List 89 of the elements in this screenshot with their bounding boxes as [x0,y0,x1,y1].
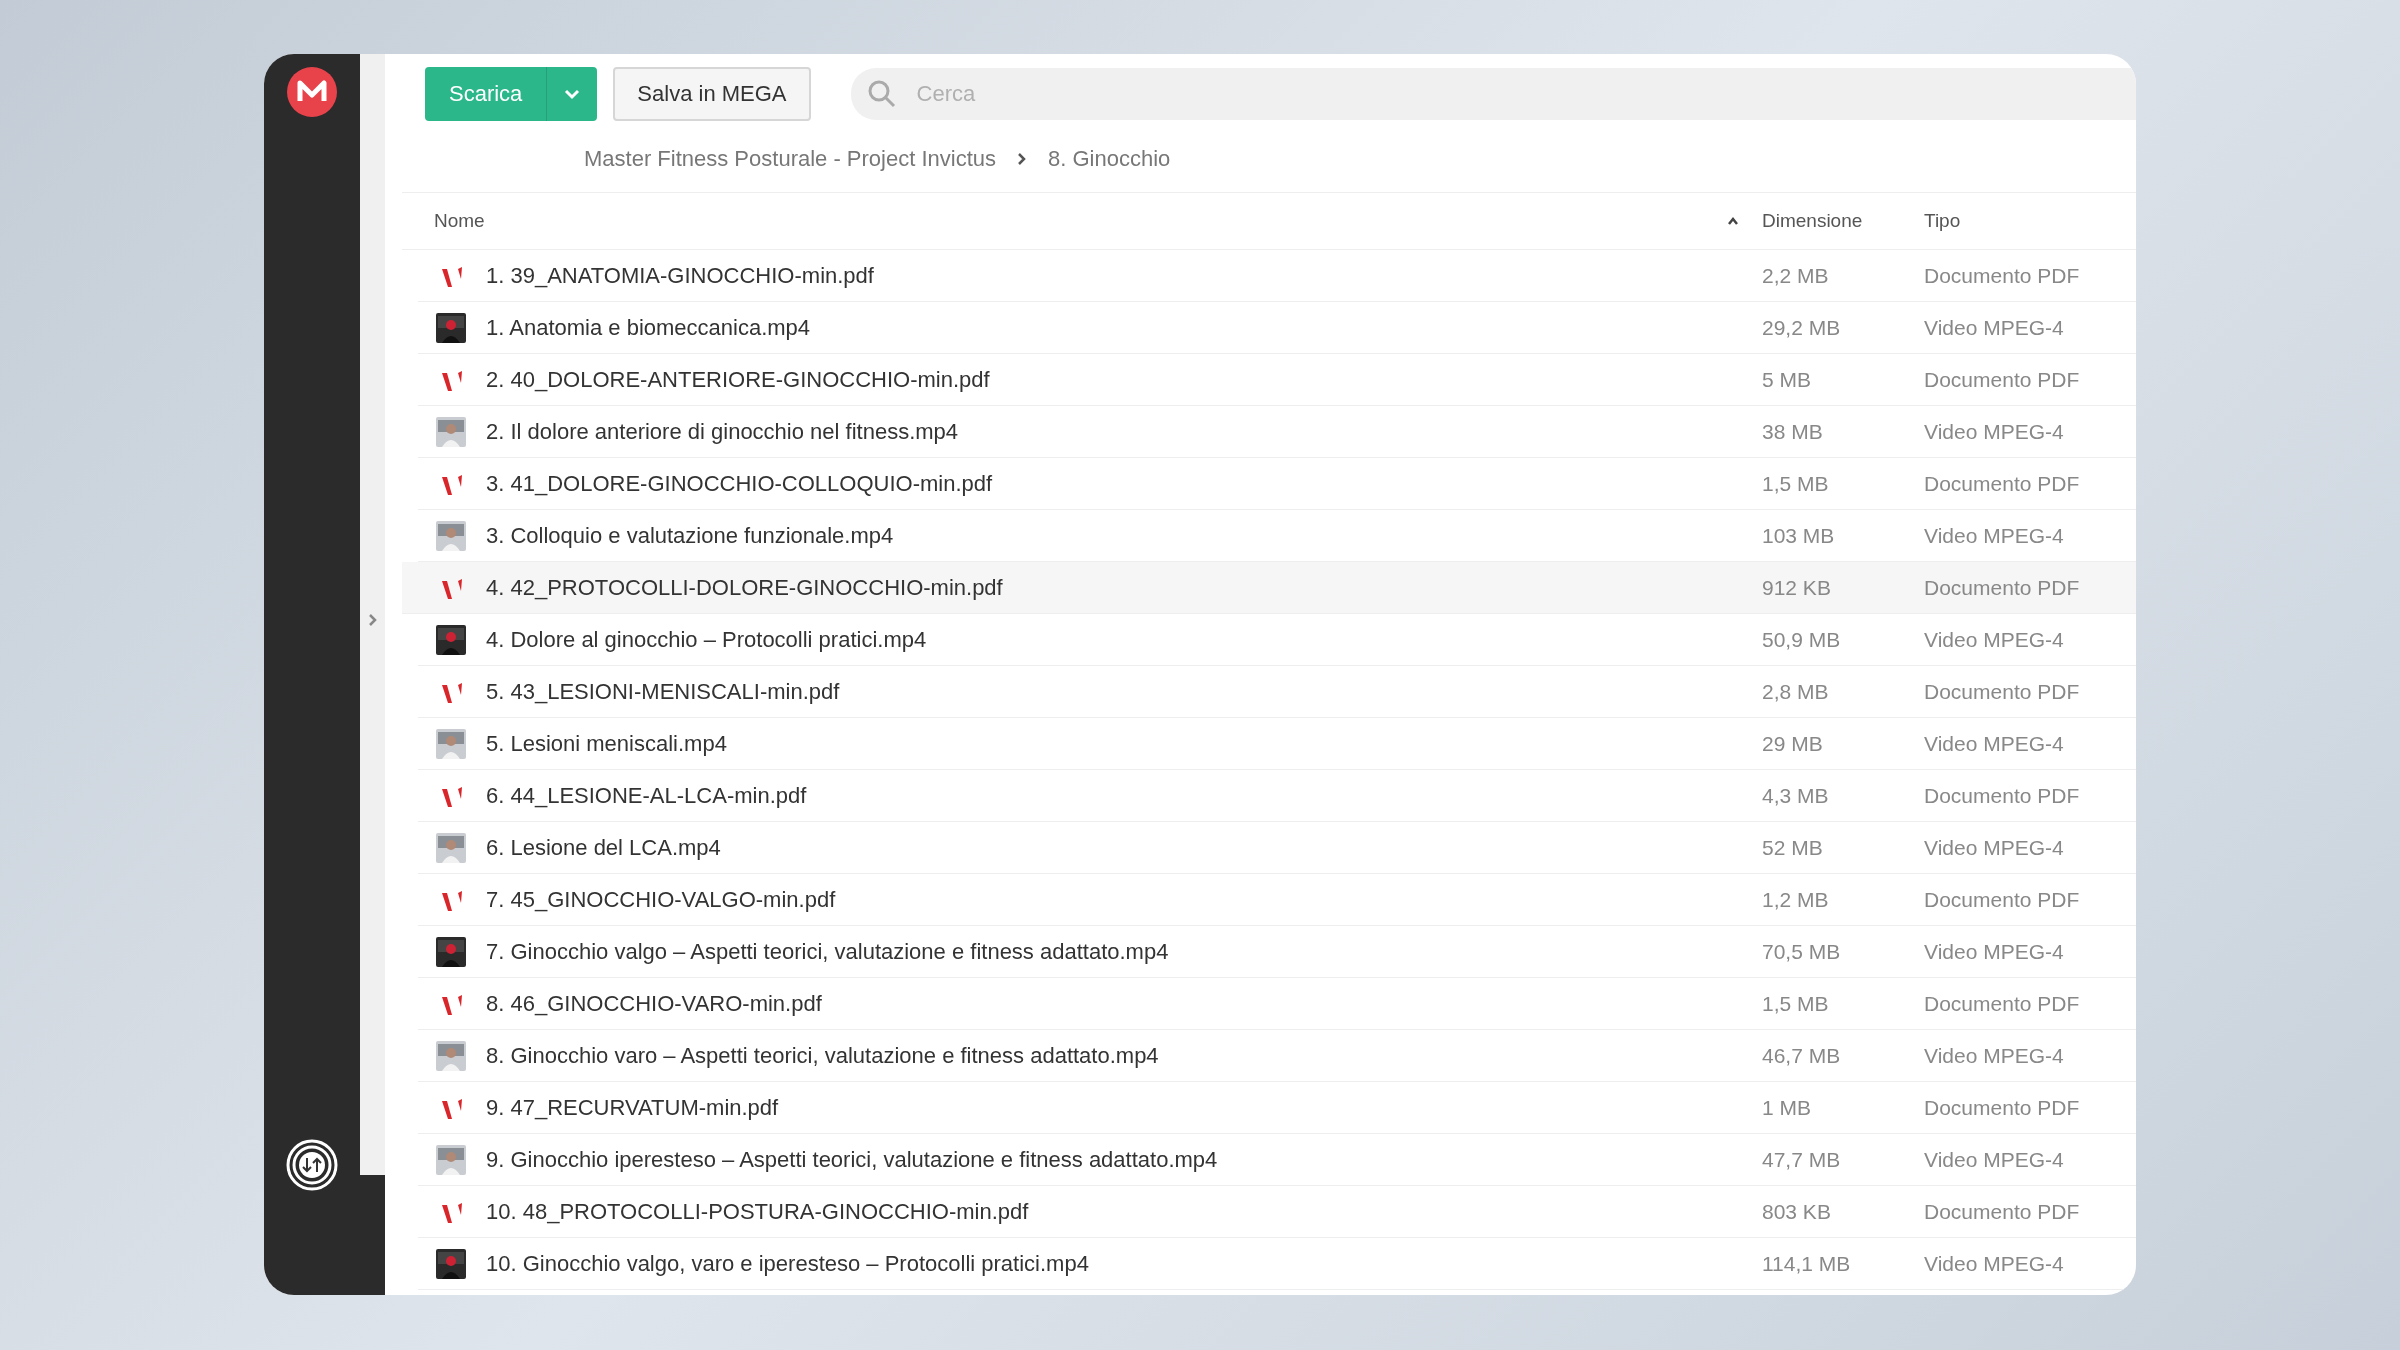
file-size: 70,5 MB [1762,939,1841,963]
file-name: 7. 45_GINOCCHIO-VALGO-min.pdf [486,886,836,913]
search-field[interactable]: Cerca [850,68,2136,120]
file-type: Documento PDF [1924,575,2080,599]
file-row[interactable]: 2. 40_DOLORE-ANTERIORE-GINOCCHIO-min.pdf 5 MB Documento PDF [418,354,2136,406]
file-type: Documento PDF [1924,263,2080,287]
file-name: 9. Ginocchio iperesteso – Aspetti teorici, valutazione e fitness adattato.mp4 [486,1146,1218,1173]
file-type: Documento PDF [1924,1095,2080,1119]
file-type: Video MPEG-4 [1924,835,2064,859]
breadcrumb-link[interactable]: Master Fitness Posturale - Project Invictus [584,146,997,172]
file-type: Video MPEG-4 [1924,627,2064,651]
file-row[interactable]: 7. 45_GINOCCHIO-VALGO-min.pdf 1,2 MB Documento PDF [418,874,2136,926]
file-name: 4. 42_PROTOCOLLI-DOLORE-GINOCCHIO-min.pdf [486,574,1003,601]
file-size: 1 MB [1762,1095,1811,1119]
file-type: Documento PDF [1924,471,2080,495]
file-row[interactable]: 10. Ginocchio valgo, varo e iperesteso – Protocolli pratici.mp4 114,1 MB Video MPEG-4 [418,1238,2136,1290]
file-size: 46,7 MB [1762,1043,1841,1067]
file-name: 5. 43_LESIONI-MENISCALI-min.pdf [486,678,840,705]
file-size: 47,7 MB [1762,1147,1841,1171]
file-type: Documento PDF [1924,783,2080,807]
file-type: Video MPEG-4 [1924,523,2064,547]
file-type: Video MPEG-4 [1924,1147,2064,1171]
file-size: 1,5 MB [1762,471,1829,495]
file-type: Documento PDF [1924,887,2080,911]
file-type: Video MPEG-4 [1924,419,2064,443]
file-type: Video MPEG-4 [1924,315,2064,339]
file-name: 8. Ginocchio varo – Aspetti teorici, valutazione e fitness adattato.mp4 [486,1042,1159,1069]
file-row[interactable]: 9. Ginocchio iperesteso – Aspetti teorici, valutazione e fitness adattato.mp4 47,7 MB Video MPEG-4 [418,1134,2136,1186]
file-row[interactable]: 7. Ginocchio valgo – Aspetti teorici, valutazione e fitness adattato.mp4 70,5 MB Video MPEG-4 [418,926,2136,978]
column-header[interactable]: Dimensione [1762,210,1863,231]
file-size: 803 KB [1762,1199,1831,1223]
file-size: 1,5 MB [1762,991,1829,1015]
file-type: Documento PDF [1924,367,2080,391]
file-size: 29 MB [1762,731,1823,755]
file-name: 9. 47_RECURVATUM-min.pdf [486,1094,779,1121]
file-type: Documento PDF [1924,679,2080,703]
file-row[interactable]: 6. 44_LESIONE-AL-LCA-min.pdf 4,3 MB Documento PDF [418,770,2136,822]
file-type: Video MPEG-4 [1924,1251,2064,1275]
breadcrumb-link[interactable]: 8. Ginocchio [1048,146,1171,172]
file-name: 2. 40_DOLORE-ANTERIORE-GINOCCHIO-min.pdf [486,366,990,393]
file-name: 3. 41_DOLORE-GINOCCHIO-COLLOQUIO-min.pdf [486,470,993,497]
file-name: 6. 44_LESIONE-AL-LCA-min.pdf [486,782,807,809]
file-row[interactable]: 9. 47_RECURVATUM-min.pdf 1 MB Documento PDF [418,1082,2136,1134]
file-size: 1,2 MB [1762,887,1829,911]
file-size: 2,8 MB [1762,679,1829,703]
file-name: 6. Lesione del LCA.mp4 [486,834,721,861]
file-row[interactable]: 10. 48_PROTOCOLLI-POSTURA-GINOCCHIO-min.pdf 803 KB Documento PDF [418,1186,2136,1238]
file-name: 4. Dolore al ginocchio – Protocolli pratici.mp4 [486,626,927,653]
file-size: 103 MB [1762,523,1835,547]
logo-icon[interactable] [286,66,338,118]
file-name: 5. Lesioni meniscali.mp4 [486,730,727,757]
file-type: Video MPEG-4 [1924,1043,2064,1067]
file-name: 2. Il dolore anteriore di ginocchio nel fitness.mp4 [486,418,959,445]
file-row[interactable]: 1. Anatomia e biomeccanica.mp4 29,2 MB Video MPEG-4 [418,302,2136,354]
file-row[interactable]: 6. Lesione del LCA.mp4 52 MB Video MPEG-4 [418,822,2136,874]
file-row[interactable]: 2. Il dolore anteriore di ginocchio nel fitness.mp4 38 MB Video MPEG-4 [418,406,2136,458]
file-row[interactable]: 8. Ginocchio varo – Aspetti teorici, valutazione e fitness adattato.mp4 46,7 MB Video MPEG-4 [418,1030,2136,1082]
file-size: 29,2 MB [1762,315,1841,339]
file-name: 8. 46_GINOCCHIO-VARO-min.pdf [486,990,822,1017]
file-name: 3. Colloquio e valutazione funzionale.mp4 [486,522,894,549]
file-size: 38 MB [1762,419,1823,443]
file-name: 1. 39_ANATOMIA-GINOCCHIO-min.pdf [486,262,874,289]
transfer-icon[interactable] [286,1139,338,1191]
file-type: Video MPEG-4 [1924,939,2064,963]
file-size: 52 MB [1762,835,1823,859]
file-row[interactable]: 4. 42_PROTOCOLLI-DOLORE-GINOCCHIO-min.pdf 912 KB Documento PDF [402,562,2136,614]
file-name: 10. Ginocchio valgo, varo e iperesteso – Protocolli pratici.mp4 [486,1250,1089,1277]
file-size: 2,2 MB [1762,263,1829,287]
save-button[interactable]: Salva in MEGA [613,67,811,121]
file-size: 5 MB [1762,367,1811,391]
file-name: 10. 48_PROTOCOLLI-POSTURA-GINOCCHIO-min.pdf [486,1198,1029,1225]
file-row[interactable]: 5. Lesioni meniscali.mp4 29 MB Video MPEG-4 [418,718,2136,770]
file-row[interactable]: 1. 39_ANATOMIA-GINOCCHIO-min.pdf 2,2 MB Documento PDF [418,250,2136,302]
file-size: 4,3 MB [1762,783,1829,807]
file-type: Video MPEG-4 [1924,731,2064,755]
file-type: Documento PDF [1924,991,2080,1015]
caret-icon [563,88,582,100]
column-header[interactable]: Tipo [1924,210,1961,231]
file-type: Documento PDF [1924,1199,2080,1223]
file-row[interactable]: 3. 41_DOLORE-GINOCCHIO-COLLOQUIO-min.pdf 1,5 MB Documento PDF [418,458,2136,510]
file-size: 912 KB [1762,575,1831,599]
file-size: 50,9 MB [1762,627,1841,651]
file-row[interactable]: 8. 46_GINOCCHIO-VARO-min.pdf 1,5 MB Documento PDF [418,978,2136,1030]
file-name: 1. Anatomia e biomeccanica.mp4 [486,314,811,341]
file-row[interactable]: 4. Dolore al ginocchio – Protocolli pratici.mp4 50,9 MB Video MPEG-4 [418,614,2136,666]
file-size: 114,1 MB [1762,1251,1851,1275]
column-header[interactable]: Nome [434,210,485,232]
file-row[interactable]: 5. 43_LESIONI-MENISCALI-min.pdf 2,8 MB Documento PDF [418,666,2136,718]
file-name: 7. Ginocchio valgo – Aspetti teorici, valutazione e fitness adattato.mp4 [486,938,1169,965]
